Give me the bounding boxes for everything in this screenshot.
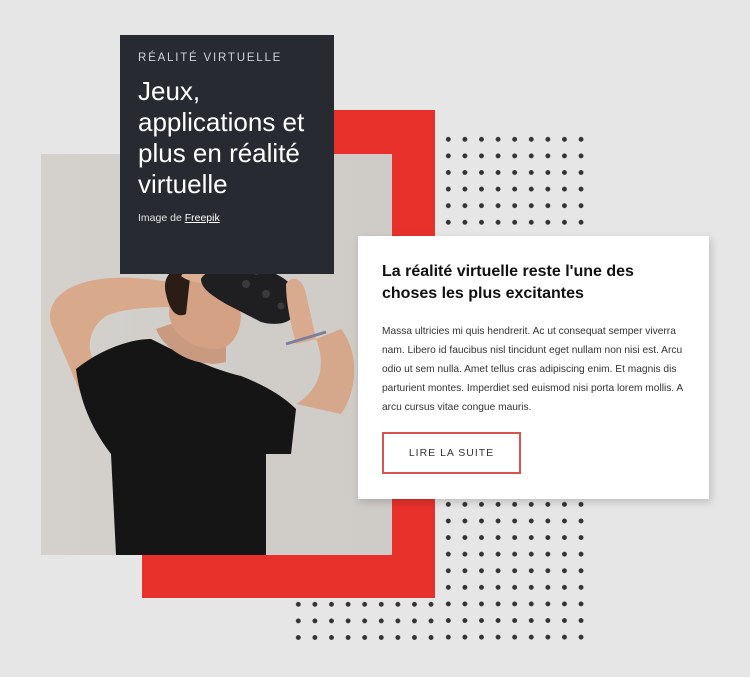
- card-heading: La réalité virtuelle reste l'une des cho…: [382, 263, 634, 302]
- t-shirt: [76, 339, 296, 555]
- title-card: RÉALITÉ VIRTUELLE Jeux, applications et …: [120, 35, 334, 274]
- hero-title: Jeux, applications et plus en réalité vi…: [138, 76, 305, 199]
- category-label: RÉALITÉ VIRTUELLE: [138, 52, 283, 64]
- image-credit: Image de Freepik: [138, 212, 316, 224]
- freepik-link[interactable]: Freepik: [185, 212, 220, 224]
- card-body-text: Massa ultricies mi quis hendrerit. Ac ut…: [382, 326, 683, 413]
- credit-prefix: Image de: [138, 212, 185, 224]
- content-card: La réalité virtuelle reste l'une des cho…: [358, 236, 709, 499]
- dot-pattern-decoration-bottom: [290, 596, 440, 646]
- read-more-button[interactable]: LIRE LA SUITE: [382, 432, 521, 474]
